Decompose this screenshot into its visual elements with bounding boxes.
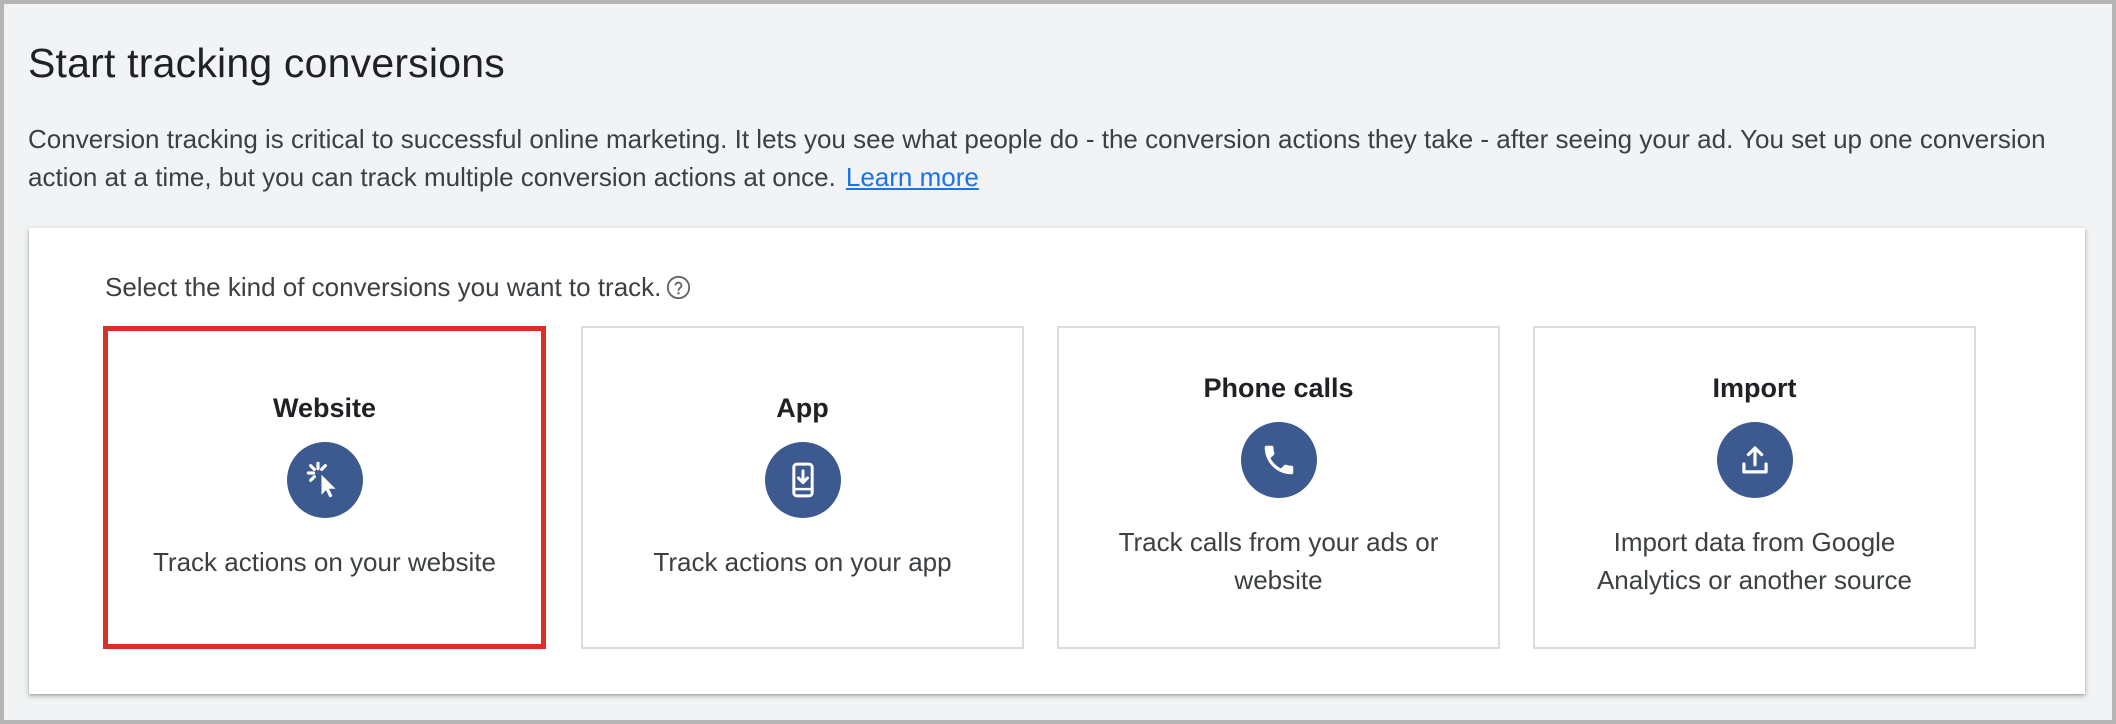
card-phone-calls-description: Track calls from your ads or website bbox=[1118, 527, 1439, 595]
card-app-title: App bbox=[776, 393, 829, 423]
card-import-description: Import data from Google Analytics or ano… bbox=[1596, 527, 1913, 595]
phone-handset-icon bbox=[1240, 422, 1317, 498]
cursor-click-icon bbox=[286, 442, 363, 518]
card-phone-calls[interactable]: Phone calls Track calls from your ads or… bbox=[1057, 326, 1500, 649]
card-import[interactable]: Import Import data from Google Analytics… bbox=[1533, 326, 1976, 649]
card-website-description: Track actions on your website bbox=[153, 547, 496, 577]
card-website[interactable]: Website Track actions on your website bbox=[103, 326, 546, 649]
page-frame: Start tracking conversions Conversion tr… bbox=[0, 0, 2116, 724]
learn-more-link[interactable]: Learn more bbox=[846, 162, 979, 192]
card-app-description: Track actions on your app bbox=[653, 547, 952, 577]
card-phone-calls-title: Phone calls bbox=[1203, 373, 1354, 403]
selector-prompt-text: Select the kind of conversions you want … bbox=[105, 272, 662, 302]
intro-text: Conversion tracking is critical to succe… bbox=[28, 120, 2088, 196]
upload-icon bbox=[1716, 422, 1793, 498]
card-import-title: Import bbox=[1712, 373, 1797, 403]
card-app[interactable]: App Track actions on your app bbox=[581, 326, 1024, 649]
phone-download-icon bbox=[764, 442, 841, 518]
selector-prompt: Select the kind of conversions you want … bbox=[105, 272, 692, 303]
conversion-type-panel: Select the kind of conversions you want … bbox=[29, 228, 2085, 694]
help-icon[interactable] bbox=[665, 274, 692, 301]
card-website-title: Website bbox=[272, 393, 377, 423]
intro-body: Conversion tracking is critical to succe… bbox=[28, 124, 2046, 192]
page-title: Start tracking conversions bbox=[28, 40, 505, 86]
